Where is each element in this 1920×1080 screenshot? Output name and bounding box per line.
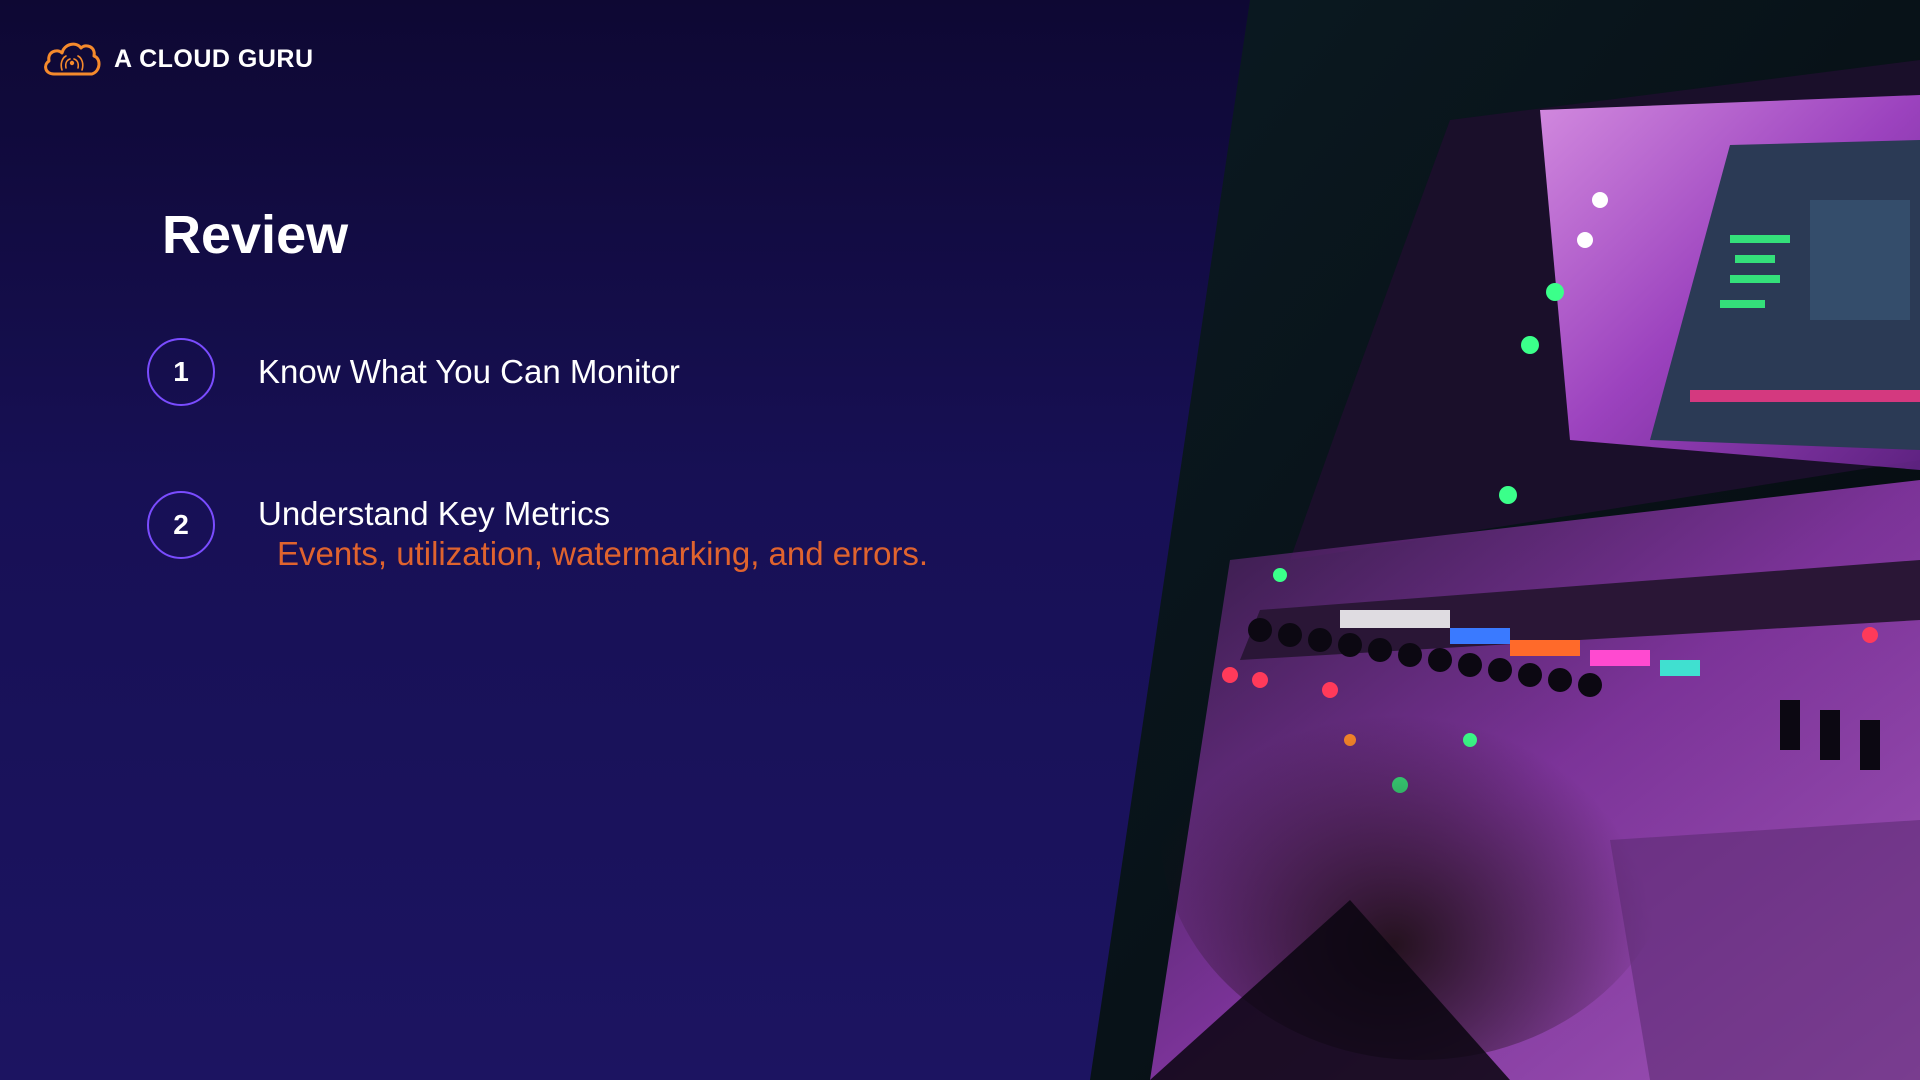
review-item-2-label: Understand Key Metrics (258, 495, 611, 532)
audio-mixing-console-photo (1090, 0, 1920, 1080)
slide-title: Review (162, 205, 349, 265)
number-badge-1: 1 (147, 338, 215, 406)
review-item-2-subtitle: Events, utilization, watermarking, and e… (277, 535, 929, 572)
review-item-1-label: Know What You Can Monitor (258, 353, 680, 390)
review-item-1: 1 Know What You Can Monitor (147, 338, 680, 406)
review-item-2-text: Understand Key Metrics Events, utilizati… (258, 491, 928, 573)
brand-name: A CLOUD GURU (114, 44, 314, 73)
brand-logo: A CLOUD GURU (40, 38, 314, 80)
review-item-1-text: Know What You Can Monitor (258, 338, 680, 406)
number-badge-2: 2 (147, 491, 215, 559)
slide: A CLOUD GURU Review 1 Know What You Can … (0, 0, 1920, 1080)
cloud-logo-icon (40, 38, 104, 80)
review-item-2: 2 Understand Key Metrics Events, utiliza… (147, 491, 928, 573)
